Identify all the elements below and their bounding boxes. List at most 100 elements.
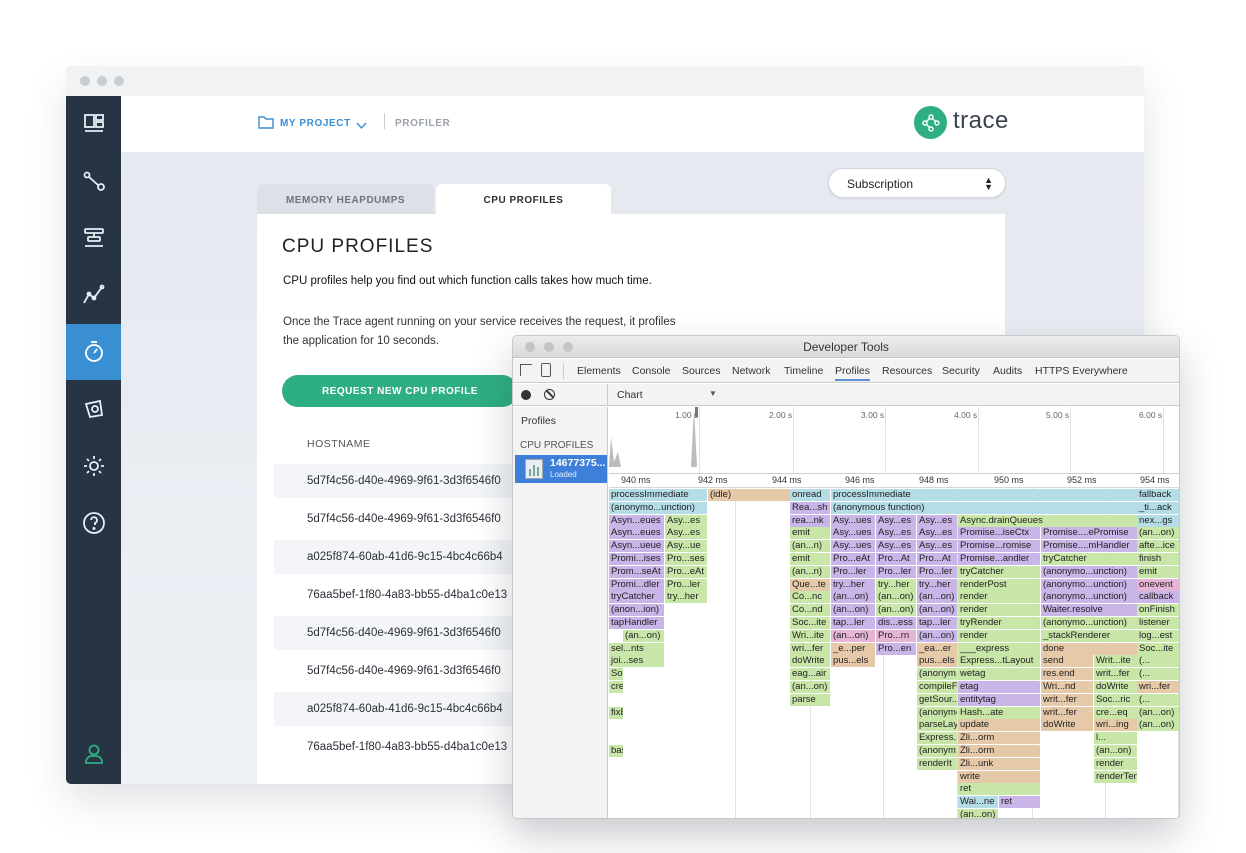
alerting-icon[interactable] [66,210,121,266]
settings-icon[interactable] [66,438,121,494]
flame-frame[interactable]: (... [1137,668,1179,681]
clear-icon[interactable] [544,389,555,400]
flame-frame[interactable]: Soc...ite [1137,642,1179,655]
flame-frame[interactable]: (an...on) [917,629,957,642]
flame-frame[interactable]: Asyn...eues [609,527,664,540]
flame-frame[interactable]: tryCatcher [958,565,1040,578]
flame-frame[interactable]: compileFile [917,681,957,693]
flame-frame[interactable]: try...her [665,591,707,604]
record-icon[interactable] [521,390,531,400]
flame-frame[interactable]: Promise...iseCtx [958,527,1040,540]
flame-frame[interactable]: l... [1094,732,1137,745]
tab-resources[interactable]: Resources [882,365,932,377]
flame-frame[interactable]: Wai...ne [958,796,998,809]
flame-frame[interactable]: Pro...eAt [665,565,707,578]
flame-frame[interactable]: Pro...ses [665,553,707,565]
flame-frame[interactable]: writ...fer [1041,693,1093,706]
notification-icon[interactable] [66,381,121,437]
flame-frame[interactable]: tryCatcher [1041,553,1137,565]
flame-chart[interactable]: processImmediate (idle) onread processImmed… [609,488,1179,818]
flame-frame[interactable]: joi...ses [609,655,664,668]
flame-frame[interactable]: wri...fer [790,642,830,655]
flame-frame[interactable]: Asy...es [876,540,916,553]
flame-frame[interactable]: wetag [958,668,1040,681]
flame-frame[interactable]: ret [999,796,1040,809]
flame-frame[interactable]: tryCatcher [609,591,664,604]
flame-frame[interactable]: (anonymous function) [831,501,1137,514]
flame-frame[interactable]: afte...ice [1137,540,1179,553]
flame-frame[interactable]: (an...on) [876,604,916,617]
flame-frame[interactable]: (idle) [708,489,790,501]
flame-frame[interactable]: Asy...es [917,540,957,553]
flame-frame[interactable]: dis...ess [876,617,916,629]
tab-memory-heapdumps[interactable]: MEMORY HEAPDUMPS [257,184,434,216]
device-mode-icon[interactable] [541,363,551,377]
flame-frame[interactable]: processImmediate [831,489,1137,501]
flame-frame[interactable]: (an...on) [876,591,916,604]
flame-frame[interactable]: Soc...ite [790,617,830,629]
flame-frame[interactable]: (an...on) [623,629,664,642]
flame-frame[interactable]: update [958,719,1040,732]
flame-frame[interactable]: doWrite [1041,719,1093,732]
flame-frame[interactable]: (an...on) [1137,527,1179,540]
flame-frame[interactable]: fixBools [609,706,623,719]
flame-frame[interactable]: Promise....mHandler [1041,540,1137,553]
flame-frame[interactable]: doWrite [790,655,830,668]
flame-frame[interactable]: Asy...es [917,514,957,527]
flame-frame[interactable]: (an...n) [790,540,830,553]
flame-frame[interactable]: Asy...ues [831,527,875,540]
flame-frame[interactable]: Pro...eAt [831,553,875,565]
tab-https-everywhere[interactable]: HTTPS Everywhere [1035,365,1128,377]
flame-frame[interactable]: cre...eq [1094,706,1137,719]
flame-frame[interactable]: onread [790,489,830,501]
flame-frame[interactable]: Asy...ues [831,540,875,553]
flame-frame[interactable]: render [958,591,1040,604]
flame-frame[interactable]: (... [1137,693,1179,706]
flame-frame[interactable]: emit [1137,565,1179,578]
flame-frame[interactable]: Promise....ePromise [1041,527,1137,540]
trace-logo-icon[interactable] [914,106,947,139]
flame-frame[interactable]: (anonym...nction) [917,745,957,757]
flame-frame[interactable]: Hash...ate [958,706,1040,719]
flame-frame[interactable]: emit [790,527,830,540]
flame-frame[interactable]: Pro...ler [917,565,957,578]
flame-frame[interactable]: Pro...ler [831,565,875,578]
flame-frame[interactable]: (an...on) [831,591,875,604]
flame-frame[interactable]: Promi...dler [609,578,664,591]
flame-frame[interactable]: callback [1137,591,1179,604]
flame-frame[interactable]: tap...ler [831,617,875,629]
flame-frame[interactable]: (an...on) [958,809,998,818]
metrics-icon[interactable] [66,267,121,323]
flame-frame[interactable]: Asy...es [917,527,957,540]
flame-frame[interactable]: _ti...ack [1137,501,1179,514]
flame-frame[interactable]: (an...on) [1094,745,1137,757]
flame-frame[interactable]: (an...on) [1137,719,1179,732]
flame-frame[interactable]: Pro...ler [876,565,916,578]
flame-frame[interactable]: tap...ler [917,617,957,629]
flame-frame[interactable]: parse [790,693,830,706]
flame-frame[interactable]: Pro...en [876,642,916,655]
flame-frame[interactable]: Asy...ues [831,514,875,527]
flame-frame[interactable]: Rea...sh [790,501,830,514]
chevron-down-icon[interactable] [356,117,367,135]
flame-frame[interactable]: (an...on) [831,604,875,617]
flame-frame[interactable]: Zli...orm [958,732,1040,745]
tab-elements[interactable]: Elements [577,365,621,377]
flame-frame[interactable]: getSour...mplate [917,693,957,706]
profiler-icon[interactable] [66,324,121,380]
flame-frame[interactable]: Co...nd [790,604,830,617]
flame-frame[interactable]: eag...air [790,668,830,681]
project-selector[interactable]: MY PROJECT [280,118,351,129]
flame-frame[interactable]: try...her [876,578,916,591]
flame-frame[interactable]: writ...fer [1094,668,1137,681]
flame-frame[interactable]: _e...per [831,642,875,655]
flame-frame[interactable]: render [958,604,1040,617]
flame-frame[interactable]: (an...on) [1137,706,1179,719]
flame-frame[interactable]: log...est [1137,629,1179,642]
flame-frame[interactable]: Promi...ises [609,553,664,565]
flame-frame[interactable]: send [1041,655,1093,668]
flame-frame[interactable]: rea...nk [790,514,830,527]
flame-frame[interactable]: (... [1137,655,1179,668]
flame-frame[interactable]: Writ...ite [1094,655,1137,668]
flame-frame[interactable]: doWrite [1094,681,1137,693]
